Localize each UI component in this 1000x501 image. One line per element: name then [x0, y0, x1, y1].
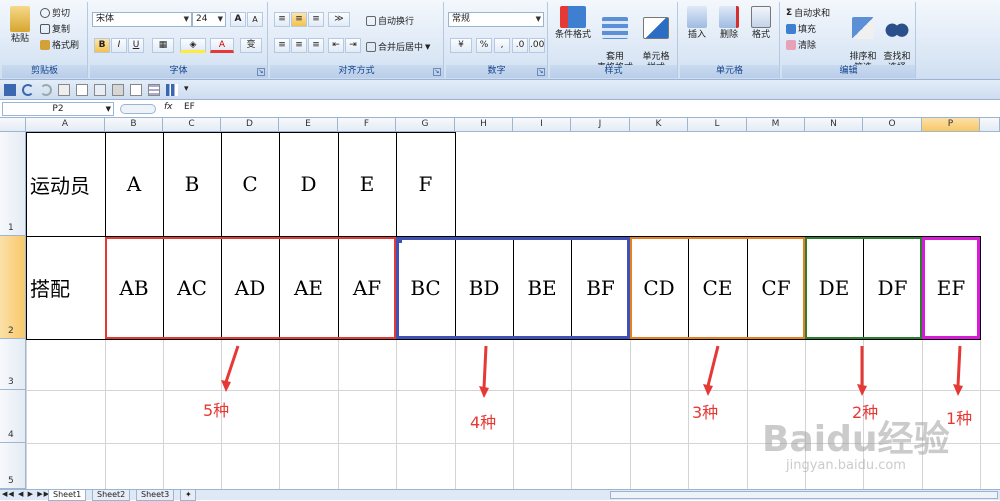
annotation-count-label: 3种	[692, 403, 719, 422]
baidu-watermark-url: jingyan.baidu.com	[786, 458, 906, 473]
arrow-head-icon	[479, 386, 489, 398]
horizontal-scrollbar[interactable]	[610, 491, 998, 499]
tab-sheet3[interactable]: Sheet3	[136, 490, 175, 501]
annotation-arrow	[706, 345, 720, 387]
arrow-head-icon	[703, 384, 713, 396]
new-sheet-icon[interactable]: ✦	[180, 490, 196, 501]
arrow-head-icon	[221, 380, 231, 392]
annotation-arrow	[956, 345, 962, 387]
tab-sheet1[interactable]: Sheet1	[48, 490, 87, 501]
annotation-count-label: 2种	[852, 403, 879, 422]
annotation-arrow	[482, 345, 488, 389]
sheet-tab-bar: ◀◀ ◀ ▶ ▶▶ Sheet1 Sheet2 Sheet3 ✦	[0, 489, 1000, 501]
annotation-count-label: 4种	[470, 413, 497, 432]
arrow-head-icon	[953, 384, 963, 396]
arrow-head-icon	[857, 384, 867, 396]
annotation-count-label: 5种	[203, 401, 230, 420]
annotation-arrow	[224, 345, 240, 383]
annotation-count-label: 1种	[946, 409, 973, 428]
tab-sheet2[interactable]: Sheet2	[92, 490, 131, 501]
tab-nav-arrows[interactable]: ◀◀ ◀ ▶ ▶▶	[2, 490, 50, 498]
